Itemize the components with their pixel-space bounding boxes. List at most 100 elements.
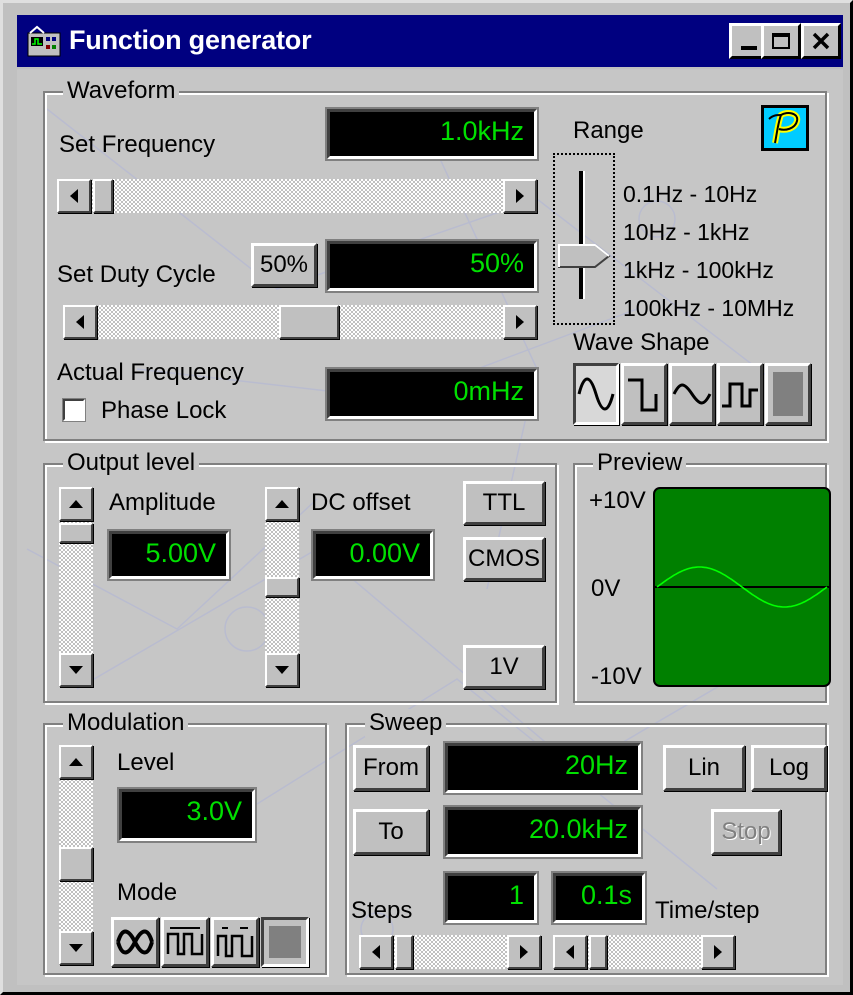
arrow-down-icon [69,944,83,952]
preview-y-bottom-label: -10V [591,663,642,690]
mode-off-button[interactable] [261,917,309,967]
sweep-to-display: 20.0kHz [443,805,643,859]
amplitude-slider[interactable] [59,487,93,687]
modulation-level-label: Level [117,749,175,776]
phase-lock-checkbox[interactable] [62,398,86,422]
actual-frequency-label: Actual Frequency [57,359,244,386]
amplitude-down-button[interactable] [59,653,93,687]
frequency-scroll-right-button[interactable] [503,179,537,213]
phase-lock-label: Phase Lock [101,397,227,424]
sweep-time-step-display: 0.1s [551,871,647,925]
duty-50-button[interactable]: 50% [251,243,317,287]
range-options: 0.1Hz - 10Hz 10Hz - 1kHz 1kHz - 100kHz 1… [623,175,794,327]
duty-cycle-slider-thumb[interactable] [279,305,339,339]
modulation-mode-label: Mode [117,879,178,906]
fm-mode-icon [166,927,204,956]
sweep-to-button[interactable]: To [353,809,429,855]
range-slider-thumb[interactable] [557,241,611,271]
maximize-button[interactable] [761,23,801,59]
steps-scroll-right-button[interactable] [507,935,541,969]
square-wave-icon [628,378,658,412]
p-logo-glyph [768,110,801,144]
modulation-up-button[interactable] [59,745,93,779]
dc-offset-slider[interactable] [265,487,299,687]
one-v-button[interactable]: 1V [463,645,545,689]
time-step-scroll-right-button[interactable] [701,935,735,969]
actual-frequency-display: 0mHz [325,367,539,421]
wave-blank-button[interactable] [765,363,811,425]
arrow-right-icon [516,189,524,203]
cmos-button[interactable]: CMOS [463,537,545,581]
sweep-from-button[interactable]: From [353,745,429,791]
sweep-stop-button[interactable]: Stop [711,809,781,855]
wave-sine-button[interactable] [573,363,619,425]
preview-y-mid-label: 0V [591,575,621,602]
modulation-legend: Modulation [63,709,189,737]
mode-fm-button[interactable] [161,917,209,967]
ttl-button[interactable]: TTL [463,481,545,525]
close-button[interactable] [801,23,841,59]
range-track [579,171,585,299]
arrow-up-icon [69,758,83,766]
sweep-log-button[interactable]: Log [751,745,827,791]
minimize-icon [741,46,757,50]
amplitude-display: 5.00V [107,529,231,581]
function-generator-app-icon [27,25,61,57]
sweep-steps-display: 1 [443,871,539,925]
range-option-2[interactable]: 10Hz - 1kHz [623,213,794,251]
blank-wave-icon [773,372,803,416]
steps-scroll-left-button[interactable] [359,935,393,969]
sweep-steps-slider[interactable] [359,935,541,969]
modulation-down-button[interactable] [59,931,93,965]
mode-fsk-button[interactable] [211,917,259,967]
range-option-4[interactable]: 100kHz - 10MHz [623,289,794,327]
range-option-3[interactable]: 1kHz - 100kHz [623,251,794,289]
wave-square-button[interactable] [621,363,667,425]
set-frequency-label: Set Frequency [59,131,216,158]
frequency-slider[interactable] [57,179,537,213]
steps-slider-thumb[interactable] [395,935,413,969]
client-area: Waveform Set Frequency 1.0kHz Set Duty C… [17,69,843,985]
preview-plot [653,487,831,687]
function-generator-window: Function generator Waveform Set Frequenc… [0,0,853,995]
title-bar[interactable]: Function generator [17,15,843,67]
frequency-slider-thumb[interactable] [93,179,113,213]
dc-offset-down-button[interactable] [265,653,299,687]
amplitude-slider-thumb[interactable] [59,523,93,543]
sweep-steps-label: Steps [351,897,413,924]
time-step-scroll-left-button[interactable] [553,935,587,969]
dc-offset-label: DC offset [311,489,411,516]
amplitude-up-button[interactable] [59,487,93,521]
pulse-wave-icon [722,382,758,408]
dc-offset-display: 0.00V [311,529,435,581]
time-step-slider-thumb[interactable] [589,935,607,969]
frequency-scroll-left-button[interactable] [57,179,91,213]
sweep-time-step-slider[interactable] [553,935,735,969]
modulation-level-slider[interactable] [59,745,93,965]
sweep-lin-button[interactable]: Lin [663,745,745,791]
mode-am-button[interactable] [111,917,159,967]
duty-scroll-right-button[interactable] [503,305,537,339]
modulation-slider-thumb[interactable] [59,847,93,881]
duty-cycle-slider[interactable] [63,305,537,339]
window-title: Function generator [69,25,312,55]
wave-pulse-button[interactable] [717,363,763,425]
range-option-1[interactable]: 0.1Hz - 10Hz [623,175,794,213]
modulation-level-display: 3.0V [117,787,257,843]
arrow-down-icon [69,666,83,674]
duty-scroll-left-button[interactable] [63,305,97,339]
p-logo-icon[interactable] [761,105,809,151]
arrow-left-icon [372,945,380,959]
range-selector[interactable] [553,153,615,325]
duty-cycle-display: 50% [325,239,539,293]
wave-triangle-button[interactable] [669,363,715,425]
arrow-left-icon [70,189,78,203]
arrow-right-icon [516,315,524,329]
arrow-up-icon [69,500,83,508]
arrow-up-icon [275,500,289,508]
sweep-legend: Sweep [365,709,447,737]
dc-offset-slider-thumb[interactable] [265,577,299,597]
arrow-down-icon [275,666,289,674]
off-mode-icon [269,926,301,958]
dc-offset-up-button[interactable] [265,487,299,521]
